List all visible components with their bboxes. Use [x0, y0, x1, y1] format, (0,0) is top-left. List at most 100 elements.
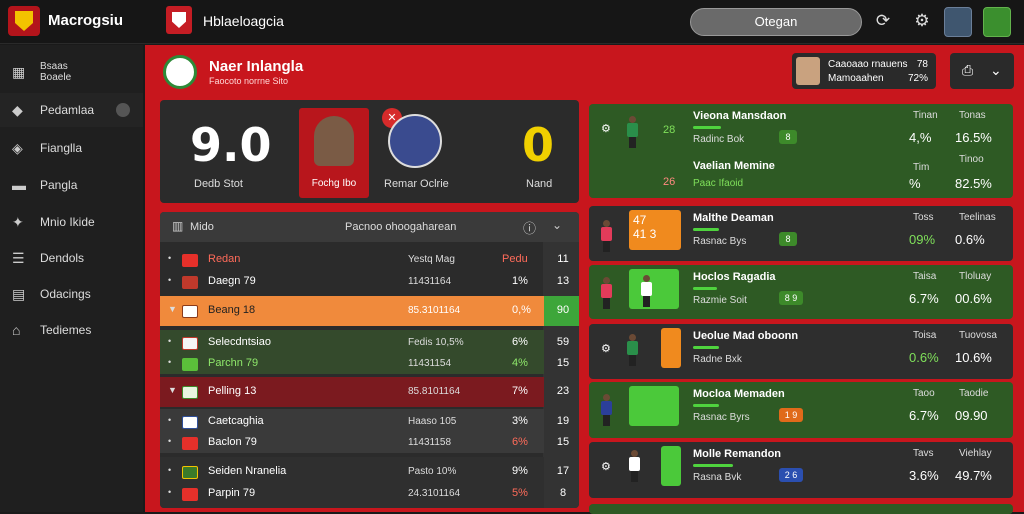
- table-row[interactable]: • Selecdntsiao Fedis 10,5% 6% 59: [160, 333, 569, 353]
- form-chip: 8 9: [779, 291, 803, 305]
- sidebar-item-dendols[interactable]: ☰ Dendols: [0, 241, 143, 275]
- sidebar-item-label: Dendols: [40, 251, 85, 265]
- row-mid: 24.3101164: [408, 488, 461, 499]
- stat-header-2: Tuovosa: [959, 330, 997, 341]
- table-row[interactable]: • Seiden Nranelia Pasto 10% 9% 17: [160, 462, 569, 482]
- match-card[interactable]: [589, 504, 1013, 514]
- match-card[interactable]: ⚙ Molle Remandon Rasna Bvk 2 6 Tavs Vieh…: [589, 442, 1013, 498]
- table-row[interactable]: • Baclon 79 11431158 6% 15: [160, 433, 569, 453]
- player-card-home[interactable]: Fochg Ibo: [299, 108, 369, 198]
- form-chip: 1 9: [779, 408, 803, 422]
- stat-value-1: 4,%: [909, 130, 932, 145]
- info-icon[interactable]: ⓘ: [523, 218, 536, 237]
- profile-line2: Mamoaahen: [828, 73, 884, 84]
- list-icon: ▥: [172, 219, 184, 233]
- progress-bar: [693, 287, 717, 290]
- row-pct: Pedu: [502, 253, 528, 265]
- row-mid: 11431154: [408, 358, 452, 369]
- page-title: Naer Inlangla: [209, 58, 304, 75]
- match-score-2: 26: [663, 176, 676, 188]
- stat-header-2: Teelinas: [959, 212, 996, 223]
- table-row[interactable]: • Parchn 79 11431154 4% 15: [160, 354, 569, 374]
- player-photo-away[interactable]: [388, 114, 442, 168]
- row-rank: 90: [556, 304, 570, 316]
- score-tag: [661, 446, 681, 486]
- sidebar-item-tediemes[interactable]: ⌂ Tediemes: [0, 313, 143, 347]
- chevron-down-icon[interactable]: ⌄: [552, 218, 562, 232]
- home-score: 9.0: [190, 118, 272, 172]
- chevron-down-icon[interactable]: ⌄: [990, 62, 1002, 79]
- player-label: Fochg Ibo: [311, 178, 357, 189]
- sidebar-item-label: Odacings: [40, 287, 91, 301]
- settings-icon[interactable]: ⚙: [912, 11, 932, 31]
- match-card[interactable]: 47 41 3 Malthe Deaman Rasnac Bys 8 Toss …: [589, 206, 1013, 261]
- table-row[interactable]: ▼ Beang 18 85.3101164 0,% 90: [160, 301, 569, 321]
- row-name: Daegn 79: [208, 275, 256, 287]
- bullet-icon: •: [168, 275, 172, 285]
- table-row[interactable]: • Redan Yestq Mag Pedu 11: [160, 250, 569, 270]
- player-figure: [627, 116, 638, 148]
- row-pct: 3%: [512, 415, 528, 427]
- flag-icon: [182, 437, 198, 450]
- layers-icon: ☰: [12, 249, 25, 266]
- row-name: Selecdntsiao: [208, 336, 271, 348]
- row-pct: 1%: [512, 275, 528, 287]
- table-row[interactable]: ▼ Pelling 13 85.8101164 7% 23: [160, 382, 569, 402]
- row-rank: 11: [557, 253, 569, 265]
- match-extra: Paac Ifaoid: [693, 178, 744, 189]
- row-name: Seiden Nranelia: [208, 465, 287, 477]
- sidebar-item-finance[interactable]: ◈ Fianglla: [0, 131, 143, 165]
- sidebar-item-odacings[interactable]: ▤ Odacings: [0, 277, 143, 311]
- away-label: Nand: [526, 178, 553, 190]
- sidebar-item-home[interactable]: ▦ Bsaas Boaele: [0, 55, 143, 89]
- sidebar-item-pangla[interactable]: ▬ Pangla: [0, 168, 143, 202]
- caret-icon: ▼: [168, 304, 177, 314]
- row-pct: 4%: [512, 357, 528, 369]
- match-card[interactable]: ⚙ Ueolue Mad oboonn Radne Bxk Toisa Tuov…: [589, 324, 1013, 379]
- flag-icon: [182, 466, 198, 479]
- table-header-left: Mido: [190, 221, 214, 233]
- bullet-icon: •: [168, 415, 172, 425]
- row-rank: 15: [556, 436, 570, 448]
- row-rank: 8: [559, 487, 567, 499]
- table-row[interactable]: • Parpin 79 24.3101164 5% 8: [160, 484, 566, 504]
- tool-icon: ✦: [12, 213, 24, 230]
- match-card[interactable]: ⚙ 28 26 Vieona Mansdaon Radinc Bok 8 Vae…: [589, 104, 1013, 198]
- score-tag: [629, 269, 679, 309]
- profile-card[interactable]: Caaoaao rnauens Mamoaahen 78 72%: [792, 53, 936, 89]
- league-title: Hblaeloagcia: [203, 13, 284, 29]
- table-row[interactable]: • Caetcaghia Haaso 105 3% 19: [160, 412, 569, 432]
- stat-value-1: 3.6%: [909, 468, 939, 483]
- sidebar-item-label: Mnio Ikide: [40, 215, 95, 229]
- score-tag: [629, 386, 679, 426]
- sidebar-item-mini[interactable]: ✦ Mnio Ikide: [0, 205, 143, 239]
- league-logo[interactable]: [166, 6, 192, 34]
- stat-value-2: 09.90: [955, 408, 988, 423]
- match-card[interactable]: Hoclos Ragadia Razmie Soit 8 9 Taisa Tlo…: [589, 265, 1013, 319]
- row-pct: 5%: [512, 487, 528, 499]
- match-sub: Radne Bxk: [693, 354, 742, 365]
- rank-icon: ⚙: [601, 343, 611, 355]
- camera-icon[interactable]: ⎙: [962, 62, 973, 79]
- sidebar: ▦ Bsaas Boaele ◆ Pedamlaa ◈ Fianglla ▬ P…: [0, 45, 143, 512]
- table-header-center: Pacnoo ohoogaharean: [345, 221, 457, 233]
- sidebar-item-matches[interactable]: ◆ Pedamlaa: [0, 93, 143, 127]
- top-bar: Mаcrogsiu Hblaeloagcia Otegan ⟳ ⚙: [0, 0, 1024, 44]
- match-card[interactable]: Mocloa Memaden Rasnac Byrs 1 9 Taoo Taod…: [589, 382, 1013, 438]
- club-logo[interactable]: [8, 6, 40, 36]
- caret-icon: ▼: [168, 385, 177, 395]
- user-avatar[interactable]: [944, 7, 972, 37]
- stat-value-1: 6.7%: [909, 408, 939, 423]
- row-pct: 6%: [512, 436, 528, 448]
- profile-value2: 72%: [907, 73, 928, 84]
- scoreboard: 9.0 Dedb Stot Fochg Ibo ✕ Remar Oclrie 0…: [160, 100, 579, 203]
- row-name: Parpin 79: [208, 487, 256, 499]
- team-avatar[interactable]: [983, 7, 1011, 37]
- progress-bar: [693, 464, 733, 467]
- search-button[interactable]: Otegan: [690, 8, 862, 36]
- cap-icon: ⌂: [12, 322, 21, 338]
- home-label: Dedb Stot: [194, 178, 243, 190]
- refresh-icon[interactable]: ⟳: [873, 11, 893, 31]
- table-row[interactable]: • Daegn 79 11431164 1% 13: [160, 272, 569, 292]
- rank-icon: ⚙: [601, 461, 611, 473]
